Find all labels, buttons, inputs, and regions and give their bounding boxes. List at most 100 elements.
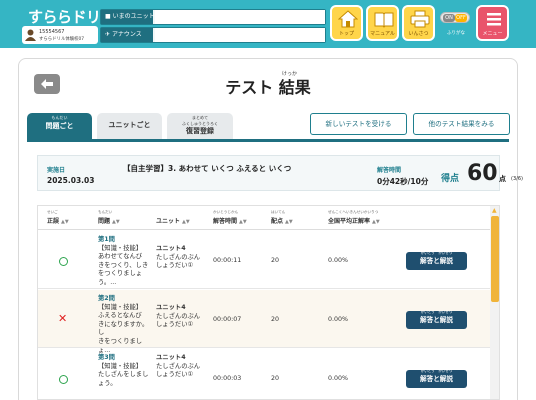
score-fraction: (3/6) <box>511 176 523 182</box>
menu-button-label: メニュー <box>482 31 503 37</box>
other-results-button[interactable]: 他のテスト結果をみる <box>413 113 510 135</box>
answer-button-ruby: かいとう かいせつ <box>420 369 453 373</box>
announce-label: ✈ アナウンス <box>101 28 153 42</box>
table-row: 第1問 【知識・技能】 あわせてなんび きをつくり、しき をつくりましょう。..… <box>38 231 490 289</box>
answer-explanation-button[interactable]: かいとう かいせつ 解答と解説 <box>406 251 467 270</box>
question-cell[interactable]: 第2問 【知識・技能】 ふえるとなんび きになりますか。し きをつくりましょ..… <box>98 295 154 355</box>
test-summary: 実施日 2025.03.03 【自主学習】3. あわせて いくつ ふえると いく… <box>37 155 523 191</box>
table-scrollbar[interactable]: ▲ <box>490 206 499 399</box>
score-unit: 点 <box>499 175 506 183</box>
answer-time: 0分42秒/10分 <box>377 177 429 186</box>
question-number: 第1問 <box>98 236 115 243</box>
unit-cell: ユニット4 たしざんのぶん しょうだい① <box>156 245 200 271</box>
unit-sub: しょうだい① <box>156 262 194 270</box>
answer-explanation-button[interactable]: かいとう かいせつ 解答と解説 <box>406 310 467 329</box>
announce-bar[interactable]: ✈ アナウンス <box>100 27 326 43</box>
scroll-thumb[interactable] <box>491 216 499 302</box>
print-button[interactable]: いんさつ <box>402 5 435 41</box>
score-value: 60 <box>467 161 498 186</box>
question-cell[interactable]: 第1問 【知識・技能】 あわせてなんび きをつくり、しき をつくりましょう。..… <box>98 236 154 288</box>
sort-icon[interactable]: ▲▼ <box>285 219 293 225</box>
table-row: 第3問 【知識・技能】 たしざんをしまし ょう。 ユニット4 たしざんのぶん し… <box>38 349 490 399</box>
unit-name: ユニット4 <box>156 304 186 311</box>
question-number: 第2問 <box>98 295 115 302</box>
home-icon <box>338 10 358 28</box>
question-cell[interactable]: 第3問 【知識・技能】 たしざんをしまし ょう。 <box>98 354 154 388</box>
answer-explanation-button[interactable]: かいとう かいせつ 解答と解説 <box>406 369 467 388</box>
new-test-button[interactable]: 新しいテストを受ける <box>310 113 407 135</box>
unit-name: ユニット4 <box>156 245 186 252</box>
col-unit[interactable]: ユニット ▲▼ <box>156 216 190 225</box>
book-icon <box>374 12 394 28</box>
col-question[interactable]: もんだい 問題 ▲▼ <box>98 210 120 225</box>
print-button-label: いんさつ <box>408 31 429 37</box>
manual-button[interactable]: マニュアル <box>366 5 399 41</box>
current-unit-label: ■ いまのユニット <box>101 10 155 24</box>
col-average-rate[interactable]: ぜんこくへいきんせいかいりつ 全国平均正解率 ▲▼ <box>328 210 380 225</box>
average-rate-cell: 0.00% <box>328 375 349 382</box>
col-correctness[interactable]: せいご 正誤 ▲▼ <box>47 210 69 225</box>
tab-by-question-label: 問題ごと <box>45 122 74 130</box>
correct-icon <box>59 375 68 384</box>
test-date: 2025.03.03 <box>47 176 95 185</box>
menu-button[interactable]: メニュー <box>476 5 509 41</box>
question-text: きになりますか。し <box>98 320 149 337</box>
sort-icon[interactable]: ▲▼ <box>61 219 69 225</box>
question-text: 【知識・技能】 <box>98 362 143 370</box>
tab-by-unit[interactable]: ユニットごと <box>97 113 162 139</box>
question-text: 【知識・技能】 <box>98 303 143 311</box>
tab-bulk-review[interactable]: まとめて ふくしゅうとうろく 復習登録 <box>167 113 233 139</box>
scroll-up-icon[interactable]: ▲ <box>492 207 497 214</box>
top-button[interactable]: トップ <box>330 5 363 41</box>
menu-icon <box>487 13 501 26</box>
current-unit-value <box>155 10 325 24</box>
col-points[interactable]: はいてん 配点 ▲▼ <box>271 210 293 225</box>
top-navigation-bar: すららドリル 15554567 すららドリル体験校07 ■ いまのユニット ✈ アナ… <box>0 0 536 48</box>
correct-icon <box>59 257 68 266</box>
table-row: ✕ 第2問 【知識・技能】 ふえるとなんび きになりますか。し きをつくりましょ… <box>38 290 490 354</box>
sort-icon[interactable]: ▲▼ <box>372 219 380 225</box>
page-title: テスト 結果 <box>0 74 536 98</box>
col-label: 解答時間 <box>213 218 238 225</box>
points-cell: 20 <box>271 257 280 264</box>
question-number: 第3問 <box>98 354 115 361</box>
sort-icon[interactable]: ▲▼ <box>239 219 247 225</box>
sort-icon[interactable]: ▲▼ <box>112 219 120 225</box>
answer-button-label: 解答と解説 <box>420 375 453 383</box>
col-answer-time[interactable]: かいとうじかん 解答時間 ▲▼ <box>213 210 247 225</box>
user-school: すららドリル体験校07 <box>39 37 85 42</box>
points-cell: 20 <box>271 316 280 323</box>
col-label: 配点 <box>271 218 284 225</box>
furigana-toggle[interactable]: ON OFF <box>440 12 470 23</box>
question-text: 【知識・技能】 <box>98 244 143 252</box>
tab-by-question[interactable]: もんだい 問題ごと <box>27 113 92 139</box>
question-text: たしざんをしまし <box>98 371 149 379</box>
manual-button-label: マニュアル <box>370 31 395 37</box>
page-title-result: 結果 <box>278 78 311 97</box>
unit-sub: たしざんのぶん <box>156 253 201 261</box>
col-ruby: かいとうじかん <box>213 210 239 214</box>
tab-by-unit-label: ユニットごと <box>108 121 151 129</box>
announce-value <box>155 28 325 42</box>
answer-button-ruby: かいとう かいせつ <box>420 251 453 255</box>
answer-button-label: 解答と解説 <box>420 257 453 265</box>
col-ruby: せいご <box>47 210 58 214</box>
question-text: ょう。 <box>98 379 117 387</box>
sort-icon[interactable]: ▲▼ <box>182 219 190 225</box>
time-cell: 00:00:03 <box>213 375 242 382</box>
answer-button-ruby: かいとう かいせつ <box>420 310 453 314</box>
unit-cell: ユニット4 たしざんのぶん しょうだい① <box>156 304 200 330</box>
toggle-off: OFF <box>455 14 467 22</box>
top-button-label: トップ <box>338 31 354 37</box>
time-cell: 00:00:11 <box>213 257 242 264</box>
unit-sub: たしざんのぶん <box>156 362 201 370</box>
question-text: あわせてなんび <box>98 253 143 261</box>
col-ruby: もんだい <box>98 210 113 214</box>
unit-sub: たしざんのぶん <box>156 312 201 320</box>
unit-sub: しょうだい① <box>156 371 194 379</box>
current-unit-bar: ■ いまのユニット <box>100 9 326 25</box>
user-avatar-icon <box>25 29 36 41</box>
col-ruby: ぜんこくへいきんせいかいりつ <box>328 210 379 214</box>
date-label: 実施日 <box>47 167 66 174</box>
results-table[interactable]: せいご 正誤 ▲▼ もんだい 問題 ▲▼ ユニット ▲▼ かいとうじかん 解答時間 ▲▼… <box>37 205 500 400</box>
